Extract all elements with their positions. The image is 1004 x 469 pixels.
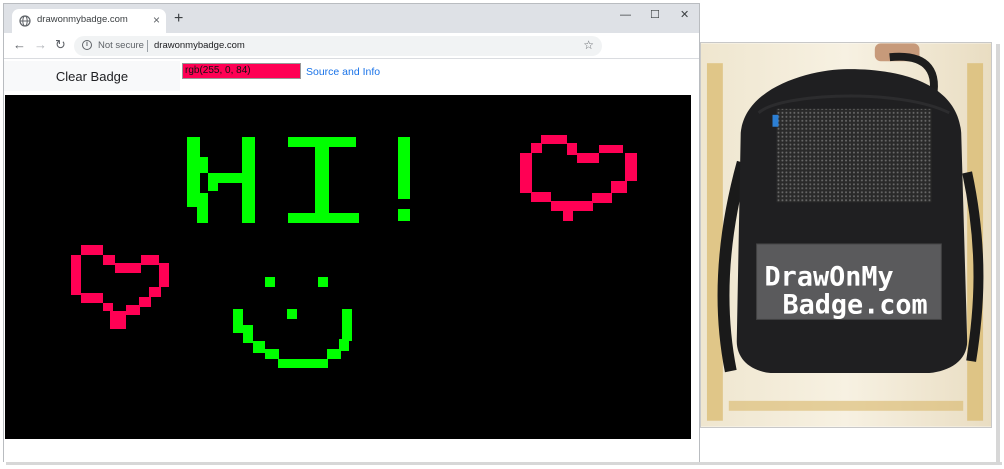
address-bar[interactable]: i Not secure drawonmybadge.com ☆ (74, 36, 602, 56)
new-tab-button[interactable]: + (174, 11, 183, 27)
info-icon[interactable]: i (82, 40, 92, 50)
clear-badge-button[interactable]: Clear Badge (4, 61, 180, 91)
drawing-canvas[interactable] (5, 95, 691, 439)
gold-trim-left (706, 63, 723, 421)
sign-text-line1: DrawOnMy (765, 262, 894, 293)
tab-title: drawonmybadge.com (37, 14, 128, 25)
globe-icon (19, 15, 31, 27)
page-content: Clear Badge rgb(255, 0, 84) Source and I… (4, 59, 699, 462)
close-window-button[interactable]: ✕ (680, 8, 689, 22)
gold-trim-bottom (728, 400, 964, 411)
browser-toolbar: ← → ↻ i Not secure drawonmybadge.com ☆ (4, 33, 699, 59)
maximize-button[interactable]: ☐ (650, 8, 660, 22)
tab-close-icon[interactable]: × (153, 13, 160, 27)
browser-window: drawonmybadge.com × + — ☐ ✕ ← → ↻ i Not … (3, 3, 700, 462)
window-shadow-bottom (6, 462, 1002, 465)
forward-button[interactable]: → (34, 37, 47, 53)
reload-button[interactable]: ↻ (55, 37, 66, 53)
led-badge-panel (776, 108, 932, 203)
zipper-pull (772, 114, 779, 127)
tab-drawonmybadge[interactable]: drawonmybadge.com × (12, 9, 166, 33)
omnibox-divider (147, 40, 148, 52)
back-button[interactable]: ← (13, 37, 26, 53)
source-and-info-link[interactable]: Source and Info (306, 66, 380, 78)
backpack-badge-photo: DrawOnMy Badge.com (700, 42, 992, 428)
tab-strip: drawonmybadge.com × + — ☐ ✕ (4, 4, 699, 33)
security-status: Not secure (98, 40, 144, 51)
url-text[interactable]: drawonmybadge.com (154, 40, 245, 51)
color-picker-input[interactable]: rgb(255, 0, 84) (182, 63, 301, 79)
sign-text-line2: Badge.com (782, 289, 927, 320)
minimize-button[interactable]: — (620, 8, 631, 22)
window-shadow-right (996, 44, 1000, 464)
bookmark-star-icon[interactable]: ☆ (583, 38, 594, 52)
